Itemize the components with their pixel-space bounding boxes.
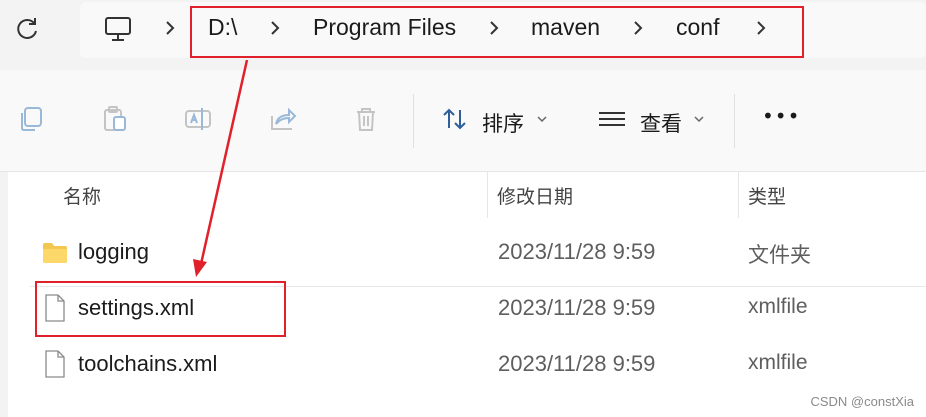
this-pc-icon[interactable] <box>103 14 133 44</box>
copy-icon[interactable] <box>16 104 46 134</box>
file-row[interactable]: logging 2023/11/28 9:59 文件夹 <box>30 225 926 281</box>
address-row: D:\ Program Files maven conf <box>0 0 926 70</box>
column-header-date-modified[interactable]: 修改日期 <box>497 182 573 209</box>
delete-icon[interactable] <box>351 104 381 134</box>
file-type: xmlfile <box>748 295 808 318</box>
rename-icon[interactable] <box>183 104 213 134</box>
view-button[interactable]: 查看 <box>640 108 682 138</box>
watermark: CSDN @constXia <box>810 394 914 409</box>
file-date-modified: 2023/11/28 9:59 <box>498 295 656 320</box>
view-icon[interactable] <box>597 104 627 134</box>
navigation-pane-edge <box>0 172 8 417</box>
address-highlight-box <box>190 6 804 58</box>
command-bar: 排序 查看 ••• <box>0 70 926 172</box>
chevron-right-icon[interactable] <box>160 17 180 39</box>
file-name: toolchains.xml <box>78 351 218 376</box>
folder-icon <box>43 243 67 263</box>
refresh-icon[interactable] <box>12 14 42 44</box>
column-header-type[interactable]: 类型 <box>748 182 786 209</box>
column-divider[interactable] <box>487 172 488 218</box>
column-header-name[interactable]: 名称 <box>63 182 101 209</box>
sort-icon[interactable] <box>440 104 470 134</box>
file-date-modified: 2023/11/28 9:59 <box>498 239 656 264</box>
chevron-down-icon[interactable] <box>693 114 705 124</box>
file-name: logging <box>78 239 149 264</box>
sort-button[interactable]: 排序 <box>482 108 524 138</box>
file-type: 文件夹 <box>748 244 811 267</box>
toolbar-divider <box>734 94 735 148</box>
paste-icon[interactable] <box>100 104 130 134</box>
file-row[interactable]: toolchains.xml 2023/11/28 9:59 xmlfile <box>30 337 926 393</box>
share-icon[interactable] <box>268 104 298 134</box>
column-divider[interactable] <box>738 172 739 218</box>
chevron-down-icon[interactable] <box>536 114 548 124</box>
more-options-button[interactable]: ••• <box>762 104 800 128</box>
file-icon <box>45 350 65 378</box>
file-highlight-box <box>35 281 286 337</box>
toolbar-divider <box>413 94 414 148</box>
file-type: xmlfile <box>748 351 808 374</box>
file-date-modified: 2023/11/28 9:59 <box>498 351 656 376</box>
